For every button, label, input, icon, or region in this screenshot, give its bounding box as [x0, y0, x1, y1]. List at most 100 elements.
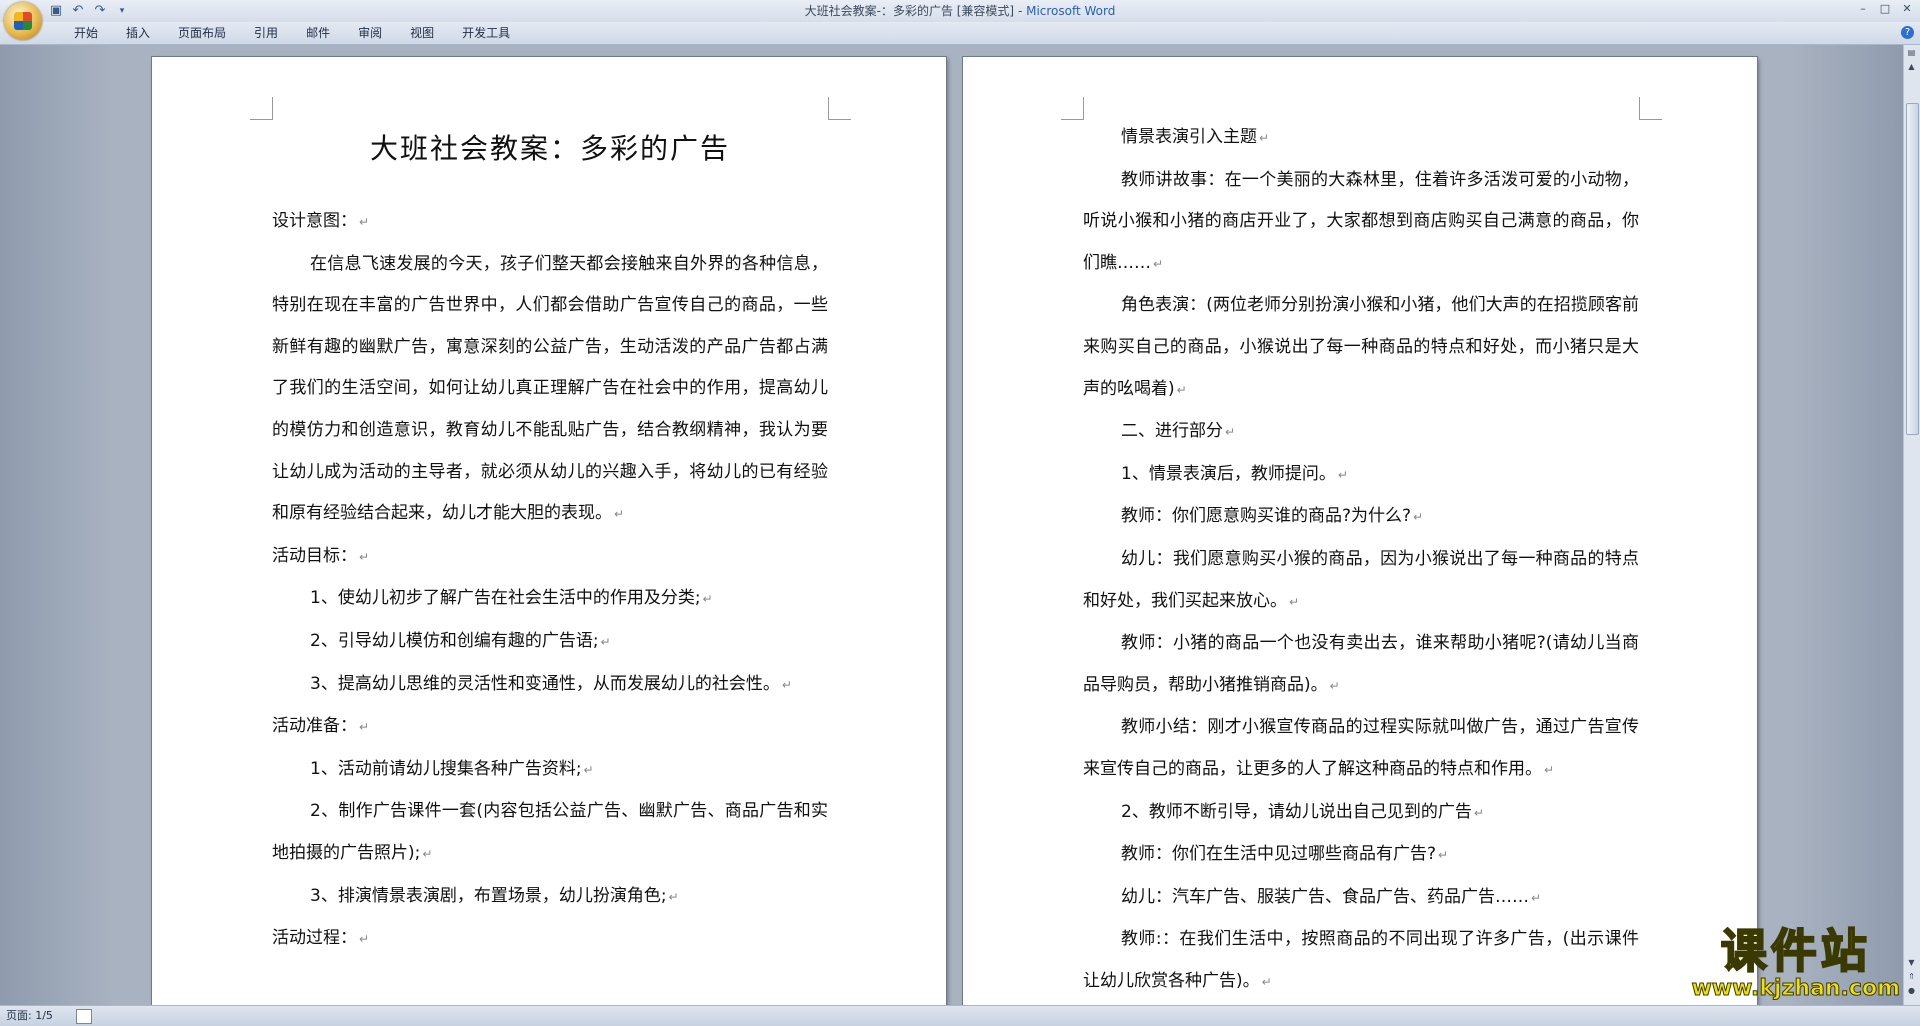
document-paragraph: 幼儿：汽车广告、服装广告、食品广告、药品广告…… ↵ [1083, 877, 1639, 920]
document-paragraph: 2、教师不断引导，请幼儿说出自己见到的广告 ↵ [1083, 792, 1639, 835]
paragraph-text: 在信息飞速发展的今天，孩子们整天都会接触来自外界的各种信息，特别在现在丰富的广告… [272, 253, 828, 524]
window-controls: – □ ✕ [1854, 2, 1916, 16]
ribbon-tab[interactable]: 引用 [240, 22, 292, 44]
paragraph-mark-icon: ↵ [422, 846, 433, 861]
watermark-url: www.kjzhan.com [1691, 976, 1901, 1001]
office-logo-icon [14, 12, 32, 30]
paragraph-text: 角色表演：(两位老师分别扮演小猴和小猪，他们大声的在招揽顾客前来购买自己的商品，… [1083, 295, 1639, 399]
document-paragraph: 二、进行部分 ↵ [1083, 411, 1639, 454]
paragraph-text: 教师小结：刚才小猴宣传商品的过程实际就叫做广告，通过广告宣传来宣传自己的商品，让… [1083, 717, 1639, 779]
paragraph-mark-icon: ↵ [1225, 425, 1236, 440]
close-icon[interactable]: ✕ [1898, 2, 1916, 16]
page-1-content[interactable]: 大班社会教案：多彩的广告 设计意图： ↵ 在信息飞速发展的今天，孩子们整天都会接触来… [272, 119, 828, 961]
paragraph-text: 1、活动前请幼儿搜集各种广告资料; [310, 758, 582, 779]
paragraph-text: 教师:：在我们生活中，按照商品的不同出现了许多广告，(出示课件让幼儿欣赏各种广告… [1083, 929, 1639, 991]
paragraph-mark-icon: ↵ [614, 507, 625, 522]
watermark-logo: 课件站 www.kjzhan.com [1691, 924, 1901, 1001]
ribbon-tab[interactable]: 开始 [60, 22, 112, 44]
document-paragraph: 情景表演引入主题 ↵ [1083, 117, 1639, 160]
vertical-scrollbar[interactable]: ▤ ▲ ▼ ⇑ ● [1903, 45, 1920, 1005]
paragraph-text: 2、制作广告课件一套(内容包括公益广告、幽默广告、商品广告和实地拍摄的广告照片)… [272, 801, 828, 863]
watermark-name: 课件站 [1720, 924, 1871, 978]
paragraph-text: 2、引导幼儿模仿和创编有趣的广告语; [310, 630, 599, 651]
office-button[interactable] [4, 2, 42, 40]
paragraph-text: 幼儿：我们愿意购买小猴的商品，因为小猴说出了每一种商品的特点和好处，我们买起来放… [1083, 548, 1639, 611]
help-icon[interactable]: ? [1901, 26, 1914, 39]
proofing-icon[interactable] [76, 1009, 92, 1024]
paragraph-mark-icon: ↵ [1337, 467, 1348, 482]
app-name: Microsoft Word [1026, 4, 1116, 18]
document-name: 大班社会教案-：多彩的广告 [兼容模式] [804, 4, 1015, 18]
page-1-paragraphs: 设计意图： ↵ 在信息飞速发展的今天，孩子们整天都会接触来自外界的各种信息，特别在现… [272, 201, 828, 961]
ribbon-tabs: 开始 插入 页面布局 引用 邮件 审阅 视图 开发工具 ? [0, 22, 1920, 45]
document-paragraph: 1、情景表演后，教师提问。 ↵ [1083, 454, 1639, 497]
ribbon-tab[interactable]: 邮件 [292, 22, 344, 44]
paragraph-text: 活动目标： [272, 545, 357, 566]
save-icon[interactable]: ▣ [48, 3, 64, 19]
scrollbar-thumb[interactable] [1906, 103, 1919, 435]
minimize-icon[interactable]: – [1854, 2, 1872, 16]
page-2: 情景表演引入主题 ↵ 教师讲故事：在一个美丽的大森林里，住着许多活泼可爱的小动物，听… [963, 57, 1757, 1005]
paragraph-text: 教师：你们在生活中见过哪些商品有广告? [1121, 844, 1437, 865]
ribbon-tab[interactable]: 审阅 [344, 22, 396, 44]
document-paragraph: 教师讲故事：在一个美丽的大森林里，住着许多活泼可爱的小动物，听说小猴和小猪的商店… [1083, 160, 1639, 286]
paragraph-text: 1、情景表演后，教师提问。 [1121, 463, 1336, 484]
paragraph-mark-icon: ↵ [1544, 762, 1555, 777]
document-paragraph: 教师：小猪的商品一个也没有卖出去，谁来帮助小猪呢?(请幼儿当商品导购员，帮助小猪… [1083, 623, 1639, 707]
page-indicator[interactable]: 页面: 1/5 [6, 1006, 53, 1026]
paragraph-text: 教师：小猪的商品一个也没有卖出去，谁来帮助小猪呢?(请幼儿当商品导购员，帮助小猪… [1083, 633, 1639, 695]
scroll-down-icon[interactable]: ▼ [1906, 957, 1917, 969]
paragraph-text: 活动准备： [272, 716, 357, 737]
paragraph-mark-icon: ↵ [702, 592, 713, 607]
paragraph-text: 1、使幼儿初步了解广告在社会生活中的作用及分类; [310, 588, 701, 609]
undo-icon[interactable]: ↶ [70, 3, 86, 19]
document-paragraph: 设计意图： ↵ [272, 201, 828, 244]
paragraph-mark-icon: ↵ [1438, 848, 1449, 863]
title-separator: - [1014, 4, 1027, 18]
browse-object-icon[interactable]: ● [1906, 985, 1917, 997]
quick-access-toolbar: ▣ ↶ ↷ ▾ [48, 2, 130, 20]
document-paragraph: 1、使幼儿初步了解广告在社会生活中的作用及分类; ↵ [272, 578, 828, 621]
window-title: 大班社会教案-：多彩的广告 [兼容模式] - Microsoft Word [0, 0, 1920, 22]
paragraph-mark-icon: ↵ [1176, 382, 1187, 397]
crop-mark [828, 97, 851, 120]
paragraph-mark-icon: ↵ [1259, 131, 1270, 145]
customize-toolbar-icon[interactable]: ▾ [114, 3, 130, 19]
paragraph-text: 二、进行部分 [1121, 421, 1223, 442]
ribbon-tab[interactable]: 开发工具 [448, 22, 524, 44]
previous-page-icon[interactable]: ⇑ [1906, 971, 1917, 983]
paragraph-text: 3、提高幼儿思维的灵活性和变通性，从而发展幼儿的社会性。 [310, 673, 780, 694]
document-paragraph: 活动过程： ↵ [272, 918, 828, 961]
ribbon-tab[interactable]: 视图 [396, 22, 448, 44]
paragraph-mark-icon: ↵ [359, 215, 370, 229]
document-paragraph: 3、排演情景表演剧，布置场景，幼儿扮演角色; ↵ [272, 876, 828, 919]
ruler-toggle-icon[interactable]: ▤ [1906, 47, 1917, 59]
paragraph-mark-icon: ↵ [1329, 678, 1340, 693]
status-bar: 页面: 1/5 [0, 1005, 1920, 1026]
page-2-content[interactable]: 情景表演引入主题 ↵ 教师讲故事：在一个美丽的大森林里，住着许多活泼可爱的小动物，听… [1083, 117, 1639, 1003]
document-paragraph: 教师：你们在生活中见过哪些商品有广告? ↵ [1083, 834, 1639, 877]
document-paragraph: 1、活动前请幼儿搜集各种广告资料; ↵ [272, 749, 828, 792]
paragraph-mark-icon: ↵ [359, 932, 370, 947]
paragraph-mark-icon: ↵ [359, 720, 370, 735]
paragraph-text: 设计意图： [272, 211, 357, 231]
document-workspace: 大班社会教案：多彩的广告 设计意图： ↵ 在信息飞速发展的今天，孩子们整天都会接触来… [0, 45, 1904, 1005]
paragraph-mark-icon: ↵ [359, 549, 370, 564]
ribbon-tab-list: 开始 插入 页面布局 引用 邮件 审阅 视图 开发工具 [60, 22, 524, 44]
redo-icon[interactable]: ↷ [92, 3, 108, 19]
ribbon-tab[interactable]: 页面布局 [164, 22, 240, 44]
paragraph-mark-icon: ↵ [1289, 594, 1300, 609]
document-paragraph: 教师小结：刚才小猴宣传商品的过程实际就叫做广告，通过广告宣传来宣传自己的商品，让… [1083, 707, 1639, 791]
maximize-icon[interactable]: □ [1876, 2, 1894, 16]
paragraph-text: 情景表演引入主题 [1121, 127, 1257, 147]
ribbon-tab[interactable]: 插入 [112, 22, 164, 44]
page-2-paragraphs: 情景表演引入主题 ↵ 教师讲故事：在一个美丽的大森林里，住着许多活泼可爱的小动物，听… [1083, 117, 1639, 1003]
document-paragraph: 2、引导幼儿模仿和创编有趣的广告语; ↵ [272, 621, 828, 664]
document-paragraph: 2、制作广告课件一套(内容包括公益广告、幽默广告、商品广告和实地拍摄的广告照片)… [272, 791, 828, 875]
scroll-up-icon[interactable]: ▲ [1906, 61, 1917, 73]
paragraph-mark-icon: ↵ [1261, 974, 1272, 989]
document-paragraph: 在信息飞速发展的今天，孩子们整天都会接触来自外界的各种信息，特别在现在丰富的广告… [272, 244, 828, 536]
document-paragraph: 活动准备： ↵ [272, 706, 828, 749]
document-paragraph: 角色表演：(两位老师分别扮演小猴和小猪，他们大声的在招揽顾客前来购买自己的商品，… [1083, 285, 1639, 411]
paragraph-mark-icon: ↵ [1531, 890, 1542, 905]
